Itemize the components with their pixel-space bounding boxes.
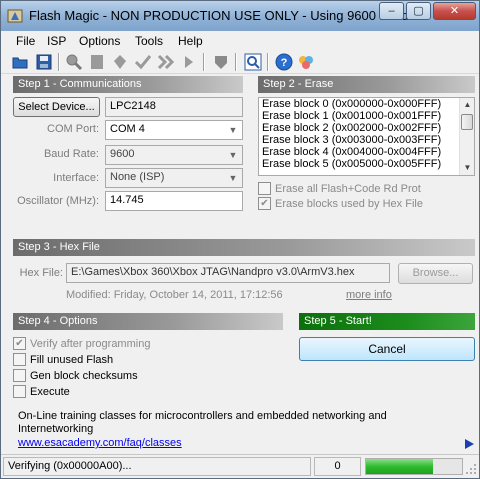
- fill-unused-checkbox[interactable]: Fill unused Flash: [13, 353, 113, 366]
- list-item[interactable]: Erase block 4 (0x004000-0x004FFF): [259, 146, 474, 158]
- hex-file-label: Hex File:: [19, 267, 63, 279]
- chevron-down-icon: ▼: [228, 125, 238, 135]
- menu-file[interactable]: File: [16, 34, 35, 48]
- menu-isp[interactable]: ISP: [47, 34, 66, 48]
- minimize-button[interactable]: –: [379, 2, 404, 20]
- device-field: LPC2148: [105, 97, 243, 117]
- open-icon[interactable]: [11, 53, 29, 71]
- close-button[interactable]: ✕: [433, 2, 476, 20]
- gen-checksums-checkbox[interactable]: Gen block checksums: [13, 369, 138, 382]
- com-port-value: COM 4: [110, 123, 145, 135]
- oscillator-input[interactable]: 14.745: [105, 191, 243, 211]
- option-label: Execute: [30, 385, 70, 398]
- more-info-link[interactable]: more info: [346, 289, 392, 301]
- checkbox-checked-icon: ✔: [258, 197, 271, 210]
- browse-button[interactable]: Browse...: [398, 263, 473, 284]
- security-icon[interactable]: [212, 53, 230, 71]
- menu-help[interactable]: Help: [178, 34, 203, 48]
- step1-header: Step 1 - Communications: [13, 76, 243, 93]
- list-item[interactable]: Erase block 0 (0x000000-0x000FFF): [259, 98, 474, 110]
- list-scrollbar[interactable]: ▲ ▼: [459, 98, 474, 175]
- checkbox-icon: [13, 353, 26, 366]
- svg-text:?: ?: [281, 57, 288, 69]
- baud-rate-select[interactable]: 9600 ▼: [105, 145, 243, 165]
- step5-header: Step 5 - Start!: [299, 313, 475, 330]
- execute-checkbox[interactable]: Execute: [13, 385, 70, 398]
- scroll-down-icon[interactable]: ▼: [460, 161, 474, 175]
- erase-used-label: Erase blocks used by Hex File: [275, 197, 423, 210]
- app-window: Flash Magic - NON PRODUCTION USE ONLY - …: [0, 0, 480, 479]
- checkbox-icon: [13, 385, 26, 398]
- erase-used-checkbox[interactable]: ✔ Erase blocks used by Hex File: [258, 197, 423, 210]
- option-label: Fill unused Flash: [30, 353, 114, 366]
- modified-text: Modified: Friday, October 14, 2011, 17:1…: [66, 289, 283, 301]
- step2-header: Step 2 - Erase: [258, 76, 475, 93]
- erase-icon[interactable]: [111, 53, 129, 71]
- window-title: Flash Magic - NON PRODUCTION USE ONLY - …: [29, 8, 409, 23]
- program-icon[interactable]: [157, 53, 175, 71]
- select-device-button[interactable]: Select Device...: [13, 97, 100, 117]
- menu-options[interactable]: Options: [79, 34, 120, 48]
- web-icon[interactable]: [297, 53, 315, 71]
- search-icon[interactable]: [65, 53, 83, 71]
- save-icon[interactable]: [35, 53, 53, 71]
- oscillator-label: Oscillator (MHz):: [17, 195, 99, 207]
- app-icon: [7, 9, 23, 23]
- interface-value: None (ISP): [110, 171, 165, 183]
- title-bar[interactable]: Flash Magic - NON PRODUCTION USE ONLY - …: [1, 1, 479, 31]
- list-item[interactable]: Erase block 2 (0x002000-0x002FFF): [259, 122, 474, 134]
- checkbox-icon: [13, 369, 26, 382]
- chevron-down-icon: ▼: [228, 150, 238, 160]
- maximize-button[interactable]: ▢: [406, 2, 431, 20]
- baud-rate-label: Baud Rate:: [43, 148, 99, 160]
- interface-select[interactable]: None (ISP) ▼: [105, 168, 243, 188]
- cancel-button[interactable]: Cancel: [299, 337, 475, 361]
- erase-block-list[interactable]: Erase block 0 (0x000000-0x000FFF) Erase …: [258, 97, 475, 176]
- erase-all-checkbox[interactable]: Erase all Flash+Code Rd Prot: [258, 182, 421, 195]
- resize-grip-icon[interactable]: [466, 464, 477, 475]
- com-port-label: COM Port:: [47, 123, 99, 135]
- chevron-down-icon: ▼: [228, 173, 238, 183]
- list-item[interactable]: Erase block 5 (0x005000-0x005FFF): [259, 158, 474, 170]
- verify-icon[interactable]: [134, 53, 152, 71]
- progress-fill: [366, 459, 434, 474]
- toolbar-separator: [58, 53, 60, 71]
- menu-bar: File ISP Options Tools Help: [1, 31, 479, 50]
- scroll-thumb[interactable]: [461, 114, 473, 130]
- toolbar: ?: [1, 50, 479, 74]
- erase-all-label: Erase all Flash+Code Rd Prot: [275, 182, 421, 195]
- play-arrow-icon[interactable]: [463, 438, 475, 450]
- hex-file-input[interactable]: E:\Games\Xbox 360\Xbox JTAG\Nandpro v3.0…: [66, 263, 390, 283]
- toolbar-separator: [203, 53, 205, 71]
- status-message: Verifying (0x00000A00)...: [3, 457, 311, 476]
- menu-tools[interactable]: Tools: [135, 34, 163, 48]
- list-item[interactable]: Erase block 1 (0x001000-0x001FFF): [259, 110, 474, 122]
- training-info-text: On-Line training classes for microcontro…: [18, 410, 387, 435]
- checkbox-checked-icon: ✔: [13, 337, 26, 350]
- com-port-select[interactable]: COM 4 ▼: [105, 120, 243, 140]
- toolbar-separator: [235, 53, 237, 71]
- scroll-up-icon[interactable]: ▲: [460, 98, 474, 112]
- checkbox-icon: [258, 182, 271, 195]
- go-icon[interactable]: [180, 53, 198, 71]
- help-icon[interactable]: ?: [275, 53, 293, 71]
- training-link[interactable]: www.esacademy.com/faq/classes: [18, 437, 182, 449]
- step4-header: Step 4 - Options: [13, 313, 283, 330]
- list-item[interactable]: Erase block 3 (0x003000-0x003FFF): [259, 134, 474, 146]
- progress-bar: [365, 458, 463, 475]
- interface-label: Interface:: [53, 172, 99, 184]
- baud-rate-value: 9600: [110, 148, 135, 160]
- step3-header: Step 3 - Hex File: [13, 239, 475, 256]
- verify-checkbox[interactable]: ✔ Verify after programming: [13, 337, 150, 350]
- blank-check-icon[interactable]: [88, 53, 106, 71]
- option-label: Verify after programming: [30, 337, 151, 350]
- status-bar: Verifying (0x00000A00)... 0: [1, 454, 479, 478]
- toolbar-separator: [267, 53, 269, 71]
- status-count: 0: [314, 457, 361, 476]
- option-label: Gen block checksums: [30, 369, 138, 382]
- zoom-icon[interactable]: [244, 53, 262, 71]
